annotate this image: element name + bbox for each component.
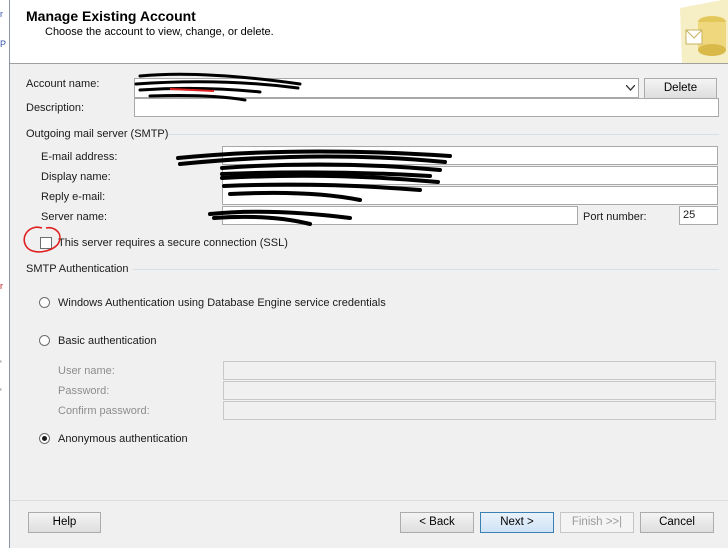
auth-group-divider bbox=[133, 269, 719, 270]
server-name-field[interactable] bbox=[222, 206, 578, 225]
email-label: E-mail address: bbox=[41, 151, 118, 163]
windows-auth-label: Windows Authentication using Database En… bbox=[58, 297, 386, 309]
user-name-label: User name: bbox=[58, 365, 115, 377]
description-field[interactable] bbox=[134, 98, 719, 117]
description-label: Description: bbox=[26, 102, 85, 114]
anonymous-auth-label: Anonymous authentication bbox=[58, 433, 188, 445]
basic-auth-radio[interactable] bbox=[39, 335, 50, 346]
next-button[interactable]: Next > bbox=[480, 512, 554, 533]
delete-button[interactable]: Delete bbox=[644, 78, 717, 99]
port-number-field[interactable]: 25 bbox=[679, 206, 718, 225]
database-mail-icon bbox=[670, 0, 728, 63]
cancel-button[interactable]: Cancel bbox=[640, 512, 714, 533]
ssl-checkbox[interactable] bbox=[40, 237, 52, 249]
display-name-label: Display name: bbox=[41, 171, 111, 183]
footer-divider bbox=[10, 500, 728, 501]
display-name-field[interactable] bbox=[222, 166, 718, 185]
reply-email-field[interactable] bbox=[222, 186, 718, 205]
windows-auth-radio[interactable] bbox=[39, 297, 50, 308]
smtp-group-title: Outgoing mail server (SMTP) bbox=[26, 128, 169, 140]
help-button[interactable]: Help bbox=[28, 512, 101, 533]
smtp-group-divider bbox=[168, 134, 719, 135]
server-name-label: Server name: bbox=[41, 211, 108, 223]
password-label: Password: bbox=[58, 385, 110, 397]
page-subtitle: Choose the account to view, change, or d… bbox=[45, 26, 274, 38]
auth-group-title: SMTP Authentication bbox=[26, 263, 129, 275]
anonymous-auth-radio[interactable] bbox=[39, 433, 50, 444]
back-button[interactable]: < Back bbox=[400, 512, 474, 533]
finish-button[interactable]: Finish >>| bbox=[560, 512, 634, 533]
confirm-password-label: Confirm password: bbox=[58, 405, 150, 417]
page-title: Manage Existing Account bbox=[26, 8, 196, 24]
basic-auth-label: Basic authentication bbox=[58, 335, 157, 347]
password-field[interactable] bbox=[223, 381, 716, 400]
confirm-password-field[interactable] bbox=[223, 401, 716, 420]
port-number-label: Port number: bbox=[583, 211, 647, 223]
ssl-label: This server requires a secure connection… bbox=[58, 237, 288, 249]
account-name-dropdown[interactable] bbox=[134, 78, 639, 98]
account-name-label: Account name: bbox=[26, 78, 100, 90]
user-name-field[interactable] bbox=[223, 361, 716, 380]
reply-email-label: Reply e-mail: bbox=[41, 191, 106, 203]
chevron-down-icon bbox=[626, 85, 635, 91]
email-field[interactable] bbox=[222, 146, 718, 165]
